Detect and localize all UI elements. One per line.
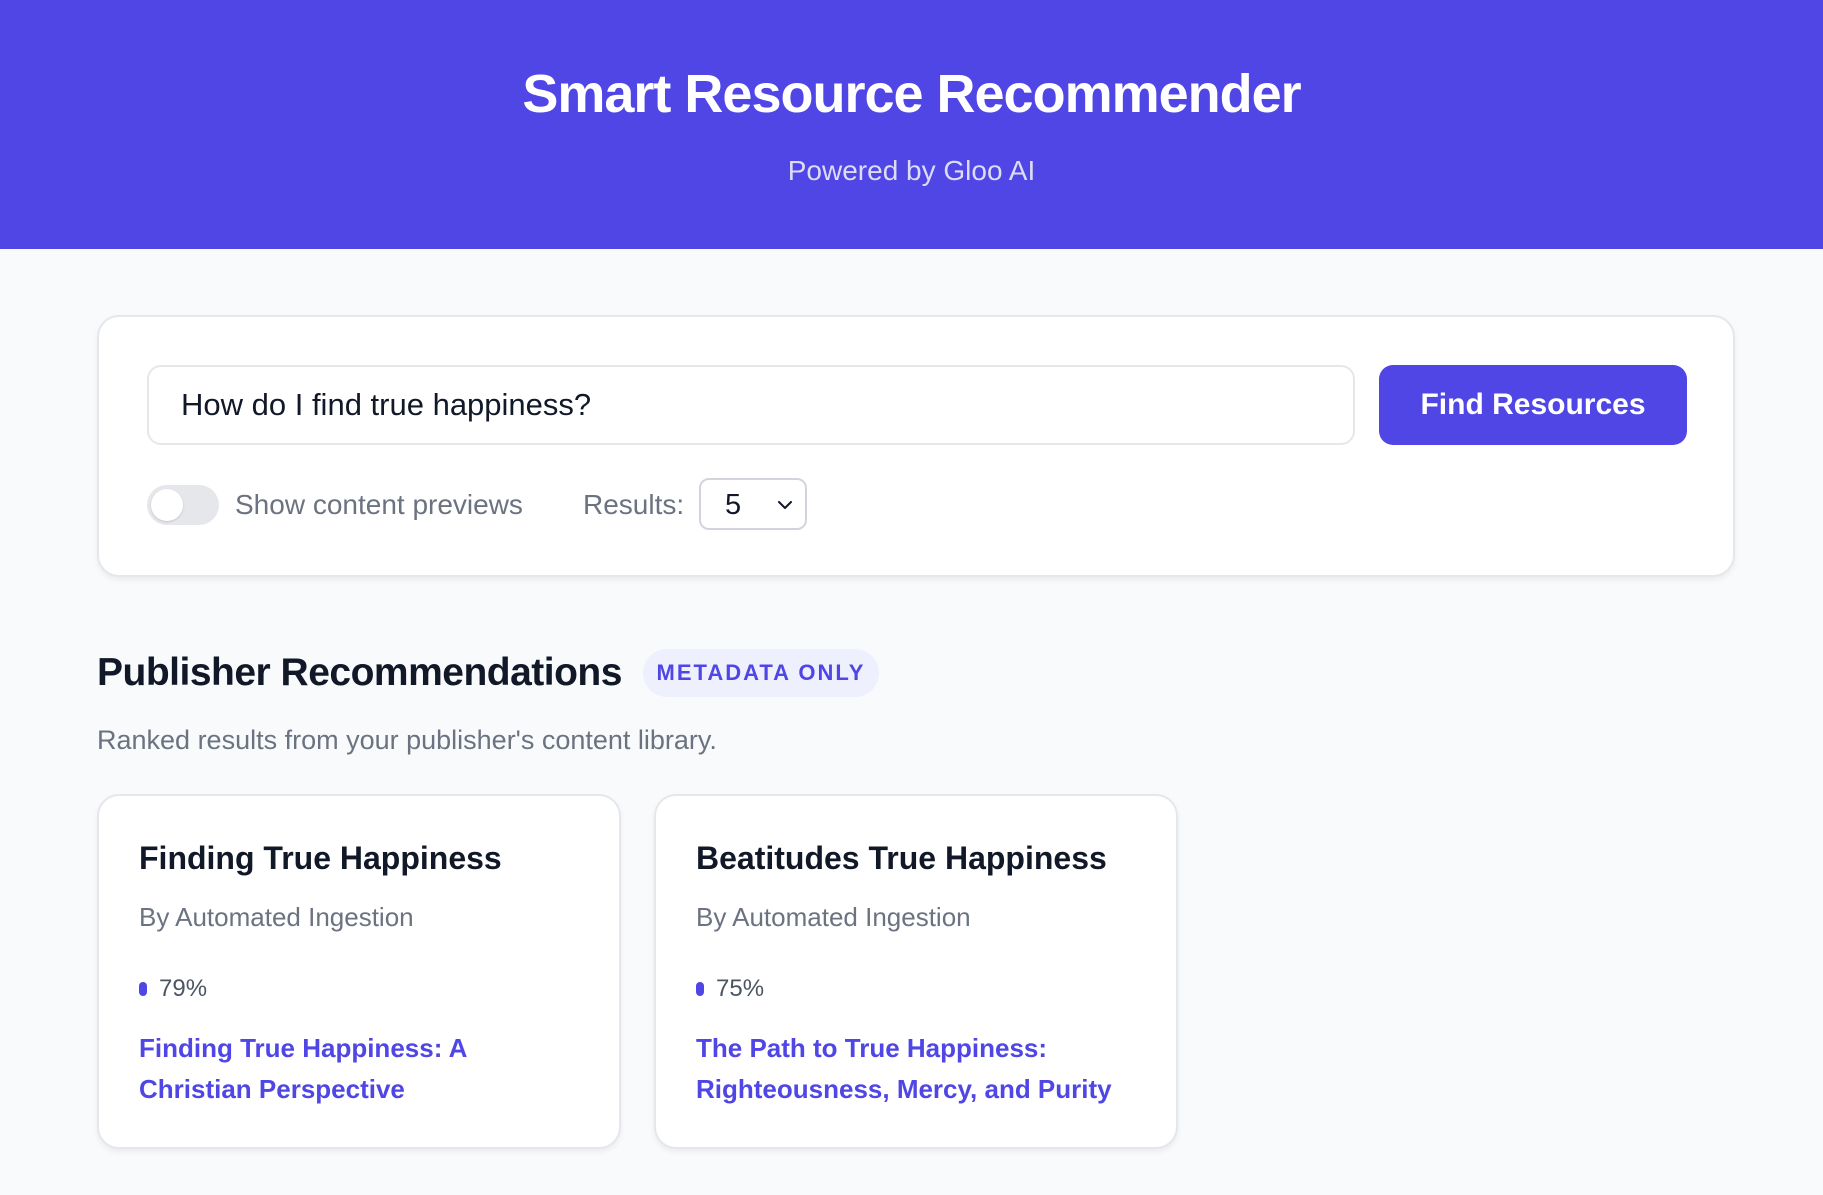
- recommendation-card: Finding True Happiness By Automated Inge…: [97, 794, 621, 1149]
- recommendation-card: Beatitudes True Happiness By Automated I…: [654, 794, 1178, 1149]
- results-count-value: 5: [725, 489, 742, 521]
- score-indicator-icon: [139, 982, 147, 996]
- find-resources-button[interactable]: Find Resources: [1379, 365, 1687, 445]
- metadata-only-badge: METADATA ONLY: [643, 649, 879, 697]
- card-link[interactable]: Finding True Happiness: A Christian Pers…: [139, 1028, 579, 1110]
- results-count-select[interactable]: 5: [699, 478, 807, 530]
- search-input[interactable]: [147, 365, 1355, 445]
- card-author: By Automated Ingestion: [696, 902, 971, 932]
- content-preview-label: Show content previews: [235, 489, 523, 520]
- toggle-knob: [151, 489, 183, 521]
- relevance-score: 79%: [159, 975, 208, 1002]
- card-title: Beatitudes True Happiness: [696, 840, 1107, 876]
- card-link[interactable]: The Path to True Happiness: Righteousnes…: [696, 1028, 1136, 1110]
- content-preview-toggle[interactable]: [147, 485, 219, 525]
- app-title: Smart Resource Recommender: [522, 64, 1301, 124]
- relevance-score: 75%: [716, 975, 765, 1002]
- card-title: Finding True Happiness: [139, 840, 502, 876]
- search-panel: Find Resources Show content previews Res…: [97, 315, 1735, 577]
- chevron-down-icon: [778, 501, 792, 509]
- score-indicator-icon: [696, 982, 704, 996]
- results-label: Results:: [583, 489, 685, 520]
- section-description: Ranked results from your publisher's con…: [97, 725, 717, 755]
- card-author: By Automated Ingestion: [139, 902, 414, 932]
- section-title: Publisher Recommendations: [97, 651, 622, 694]
- app-header: Smart Resource Recommender Powered by Gl…: [0, 0, 1823, 249]
- app-subtitle: Powered by Gloo AI: [787, 155, 1036, 186]
